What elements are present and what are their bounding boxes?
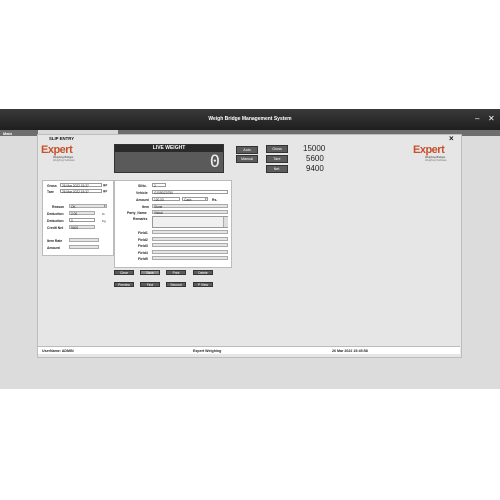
- logo-left: Expert Weighing Bridges Weighing Softwar…: [41, 144, 89, 174]
- tare-button[interactable]: Tare: [266, 155, 288, 163]
- status-datetime: 26 Mar 2022 15:45:58: [332, 348, 368, 353]
- manual-button[interactable]: Manual: [236, 155, 258, 163]
- field3-input[interactable]: [152, 243, 228, 247]
- vehicle-label: Vehicle: [136, 191, 148, 195]
- live-weight-value: 0: [209, 152, 220, 172]
- amount-label: Amount: [136, 198, 149, 202]
- field2-label: Field2: [138, 238, 148, 242]
- chevron-down-icon[interactable]: ▾: [104, 204, 106, 208]
- amount-field[interactable]: 100.00: [152, 197, 180, 202]
- item-field[interactable]: Stone: [152, 204, 228, 209]
- tare-date-field[interactable]: 26 Mar 2022 15:37: [60, 189, 102, 194]
- logo-brand: Expert: [41, 144, 73, 156]
- chevron-down-icon[interactable]: ▾: [205, 197, 207, 201]
- deduction-kg-label: Deduction: [47, 219, 64, 223]
- amount-left-field[interactable]: [69, 245, 99, 249]
- status-user: UserName: ADMIN: [42, 348, 74, 353]
- clear-button[interactable]: Clear: [114, 270, 134, 275]
- field5-label: Field5: [138, 257, 148, 261]
- gross-value: 15000: [303, 144, 326, 153]
- party-name-field[interactable]: Vishal: [152, 210, 228, 215]
- delete-button[interactable]: Delete: [193, 270, 213, 275]
- menu-strip: [38, 130, 118, 134]
- reason-select[interactable]: OK: [69, 204, 107, 209]
- live-weight-display: LIVE WEIGHT 0: [114, 144, 224, 173]
- reason-label: Reason: [52, 205, 65, 209]
- live-weight-label: LIVE WEIGHT: [115, 145, 223, 152]
- deduction-percent-field[interactable]: 2.00: [69, 211, 95, 216]
- item-label: Item: [142, 205, 149, 209]
- logo-brand: Expert: [413, 144, 445, 156]
- preview-button[interactable]: Preview: [114, 282, 134, 287]
- calendar-icon[interactable]: ▦▾: [103, 189, 107, 193]
- credit-net-field: 9400: [69, 225, 95, 230]
- logo-sub: Weighing Software: [425, 159, 447, 162]
- item-rate-field[interactable]: [69, 238, 99, 242]
- minimize-icon[interactable]: –: [475, 114, 479, 123]
- auto-button[interactable]: Auto: [236, 146, 258, 154]
- app-title-bar: Weigh Bridge Management System – ✕: [0, 109, 500, 130]
- remarks-label: Remarks: [133, 217, 148, 221]
- remarks-scrollbar[interactable]: [223, 217, 228, 227]
- status-center: Expert Weighing: [193, 348, 222, 353]
- kg-unit: Kg: [102, 219, 106, 223]
- app-title: Weigh Bridge Management System: [208, 116, 292, 122]
- item-rate-label: Item Rate: [47, 239, 63, 243]
- dialog-close-icon[interactable]: ×: [449, 134, 454, 143]
- field5-input[interactable]: [152, 256, 228, 260]
- party-name-label: Party_Name: [127, 211, 147, 215]
- field3-label: Field3: [138, 244, 148, 248]
- pview-button[interactable]: P View: [193, 282, 213, 287]
- amount-left-label: Amount: [47, 246, 60, 250]
- net-button[interactable]: Net.: [266, 165, 288, 173]
- gross-button[interactable]: Gross: [266, 145, 288, 153]
- status-bar: UserName: ADMIN Expert Weighing 26 Mar 2…: [38, 346, 460, 354]
- field1-label: Field1: [138, 231, 148, 235]
- field4-input[interactable]: [152, 250, 228, 254]
- print-button[interactable]: Print: [166, 270, 186, 275]
- rupee-label: Rs.: [212, 198, 218, 202]
- deduction-kg-field[interactable]: 0: [69, 218, 95, 223]
- vehicle-field[interactable]: GJ09DZ0750: [152, 190, 228, 195]
- tare-value: 5600: [306, 154, 324, 163]
- remarks-textarea[interactable]: [152, 216, 228, 228]
- logo-right: Expert Weighing Bridges Weighing Softwar…: [413, 144, 461, 174]
- tare-date-label: Tare: [47, 190, 54, 194]
- credit-net-label: Credit Net: [47, 226, 64, 230]
- gross-date-label: Gross: [47, 184, 57, 188]
- gross-date-field[interactable]: 26 Mar 2022 15:37: [60, 183, 102, 188]
- percent-unit: %: [102, 212, 105, 216]
- dialog-title: SLIP ENTRY: [49, 136, 75, 141]
- logo-sub: Weighing Software: [53, 159, 75, 162]
- find-button[interactable]: Find: [140, 282, 160, 287]
- field2-input[interactable]: [152, 237, 228, 241]
- calendar-icon[interactable]: ▦▾: [103, 183, 107, 187]
- second-button[interactable]: Second: [166, 282, 186, 287]
- close-window-icon[interactable]: ✕: [488, 114, 495, 123]
- field1-input[interactable]: [152, 230, 228, 234]
- slip-number-field[interactable]: 2: [152, 183, 166, 188]
- net-value: 9400: [306, 164, 324, 173]
- save-button[interactable]: Save: [140, 270, 160, 275]
- deduction-percent-label: Deduction: [47, 212, 64, 216]
- field4-label: Field4: [138, 251, 148, 255]
- slip-number-label: SlNo.: [138, 184, 147, 188]
